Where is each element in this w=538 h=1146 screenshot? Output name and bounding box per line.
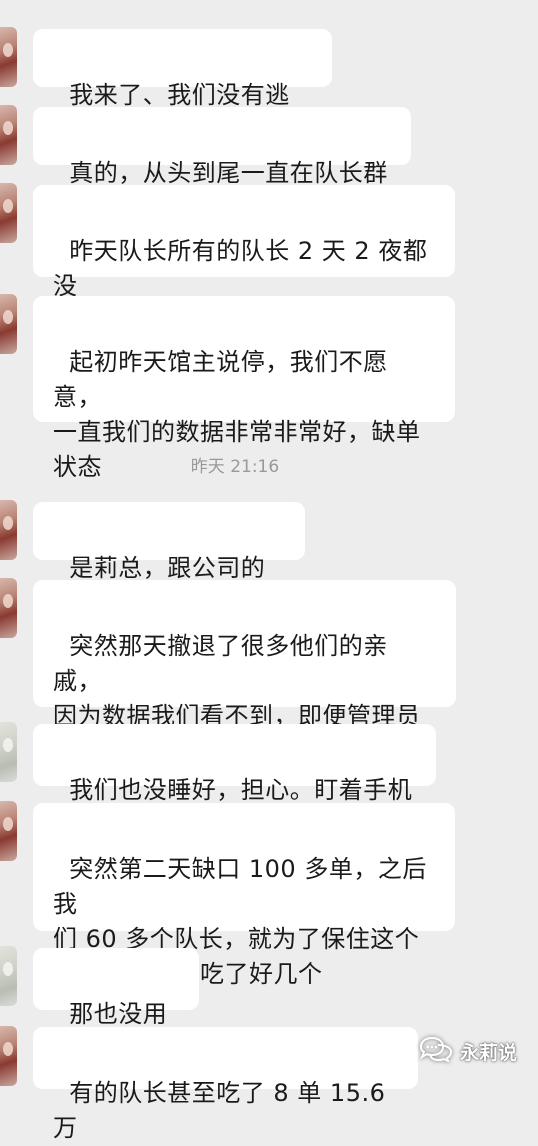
sender-avatar[interactable]	[0, 183, 17, 243]
sender-avatar[interactable]	[0, 294, 17, 354]
message-bubble[interactable]: 那也没用了	[33, 948, 199, 1063]
avatar-face	[3, 310, 13, 324]
avatar-face	[3, 817, 13, 831]
avatar-face	[3, 199, 13, 213]
avatar-face	[3, 121, 13, 135]
message-bubble[interactable]: 是莉总，跟公司的人	[33, 502, 305, 617]
watermark-text: 永莉说	[460, 1042, 518, 1064]
watermark: 永莉说	[418, 1036, 517, 1067]
avatar-face	[3, 594, 13, 608]
message-bubble[interactable]: 昨天队长所有的队长 2 天 2 夜都没 睡了	[33, 185, 455, 335]
avatar-face	[3, 43, 13, 57]
sender-avatar[interactable]	[0, 801, 17, 861]
message-bubble[interactable]: 真的，从头到尾一直在队长群	[33, 107, 411, 187]
sender-avatar[interactable]	[0, 946, 17, 1006]
message-bubble[interactable]: 突然那天撤退了很多他们的亲戚， 因为数据我们看不到，即便管理员 他也看不到，只有…	[33, 580, 456, 765]
sender-avatar[interactable]	[0, 105, 17, 165]
timestamp-divider: 昨天 21:16	[190, 457, 280, 477]
chat-bubbles-icon	[418, 1036, 454, 1067]
message-text: 有的队长甚至吃了 8 单 15.6 万	[53, 1079, 394, 1142]
avatar-face	[3, 738, 13, 752]
message-text: 我们也没睡好，担心。盯着手机	[69, 776, 413, 804]
message-bubble[interactable]: 突然第二天缺口 100 多单，之后我 们 60 多个队长，就为了保住这个 盘，一…	[33, 803, 455, 988]
sender-avatar[interactable]	[0, 27, 17, 87]
sender-avatar[interactable]	[0, 578, 17, 638]
message-bubble[interactable]: 我们也没睡好，担心。盯着手机	[33, 724, 436, 804]
avatar-face	[3, 516, 13, 530]
avatar-face	[3, 1042, 13, 1056]
avatar-face	[3, 962, 13, 976]
sender-avatar[interactable]	[0, 722, 17, 782]
sender-avatar[interactable]	[0, 500, 17, 560]
message-bubble[interactable]: 我来了、我们没有逃避	[33, 29, 332, 144]
message-bubble[interactable]: 起初昨天馆主说停，我们不愿意， 一直我们的数据非常非常好，缺单 状态	[33, 296, 455, 481]
message-text: 真的，从头到尾一直在队长群	[69, 159, 388, 187]
sender-avatar[interactable]	[0, 1026, 17, 1086]
